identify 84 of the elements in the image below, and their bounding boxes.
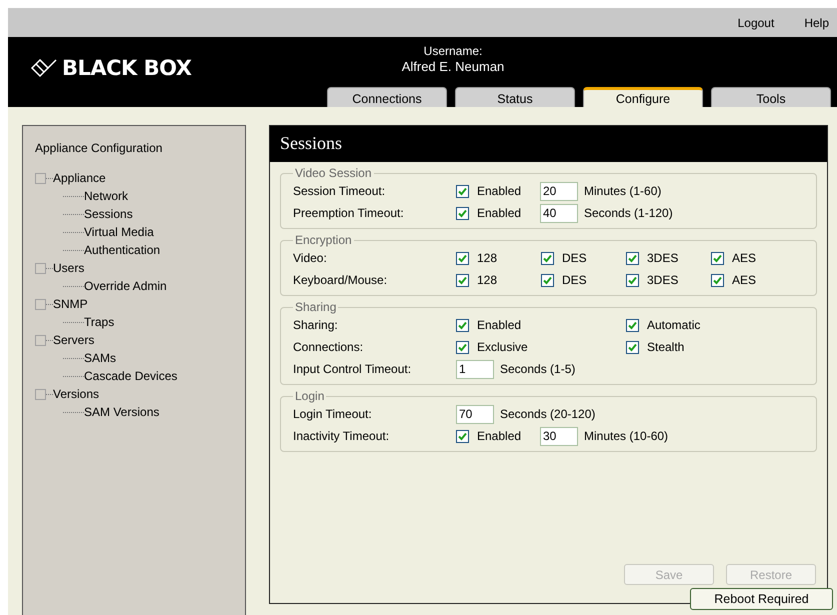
input-field[interactable]: 40	[540, 204, 578, 222]
setting-label: Keyboard/Mouse:	[293, 273, 388, 287]
checkbox[interactable]	[456, 318, 469, 332]
nav-tab[interactable]: Tools	[711, 87, 831, 107]
tree-item[interactable]: Override Admin	[84, 279, 167, 293]
checkbox[interactable]	[626, 274, 639, 286]
tree-item[interactable]: Network	[84, 189, 128, 203]
input-field[interactable]: 20	[540, 182, 578, 200]
reboot-button[interactable]: Reboot Required	[690, 588, 833, 610]
checkbox-label: Enabled	[477, 184, 522, 198]
checkbox-label: Enabled	[477, 318, 522, 332]
range-note: Minutes (1-60)	[584, 184, 662, 198]
range-note: Seconds (20-120)	[500, 407, 596, 421]
checkbox[interactable]	[626, 340, 639, 354]
checkbox[interactable]	[456, 274, 469, 286]
tree-item[interactable]: SAMs	[84, 351, 116, 365]
setting-label: Inactivity Timeout:	[293, 429, 390, 443]
range-note: Seconds (1-5)	[500, 362, 576, 376]
checkbox-label: DES	[562, 273, 587, 287]
checkbox-label: Stealth	[647, 340, 684, 354]
checkbox[interactable]	[541, 274, 554, 286]
checkbox[interactable]	[456, 430, 469, 442]
range-note: Minutes (10-60)	[584, 429, 668, 443]
checkbox-label: Enabled	[477, 206, 522, 220]
tree-node-icon[interactable]	[35, 172, 46, 184]
checkbox[interactable]	[456, 206, 469, 220]
tree-item[interactable]: Authentication	[84, 243, 160, 257]
group-legend: Video Session	[293, 166, 374, 180]
group-legend: Sharing	[293, 300, 338, 314]
checkbox-label: 3DES	[647, 273, 678, 287]
nav-tab[interactable]: Configure	[583, 87, 703, 107]
checkbox[interactable]	[711, 274, 724, 286]
setting-label: Preemption Timeout:	[293, 206, 405, 220]
tree-item[interactable]: Cascade Devices	[84, 369, 178, 383]
checkbox-label: 128	[477, 251, 498, 265]
checkbox[interactable]	[456, 184, 469, 198]
group-legend: Encryption	[293, 233, 354, 247]
checkbox[interactable]	[456, 252, 469, 264]
tree-item[interactable]: Versions	[53, 387, 100, 401]
setting-label: Sharing:	[293, 318, 339, 332]
nav-tab[interactable]: Status	[455, 87, 575, 107]
checkbox-label: AES	[732, 273, 756, 287]
username: Alfred E. Neuman	[402, 59, 504, 74]
setting-label: Login Timeout:	[293, 407, 373, 421]
checkbox-label: Automatic	[647, 318, 700, 332]
tree-item[interactable]: Servers	[53, 333, 94, 347]
checkbox-label: DES	[562, 251, 587, 265]
input-field[interactable]: 1	[456, 360, 494, 378]
tree-item[interactable]: Traps	[84, 315, 114, 329]
tree-item[interactable]: Appliance	[53, 171, 106, 185]
input-field[interactable]: 70	[456, 404, 494, 424]
range-note: Seconds (1-120)	[584, 206, 673, 220]
username-label: Username:	[424, 44, 482, 58]
checkbox[interactable]	[711, 252, 724, 264]
checkbox[interactable]	[456, 340, 469, 354]
setting-label: Video:	[293, 251, 328, 265]
tree-item[interactable]: Virtual Media	[84, 225, 154, 239]
checkbox[interactable]	[541, 252, 554, 264]
panel-title: Sessions	[270, 126, 827, 162]
tree-node-icon[interactable]	[35, 334, 46, 346]
tree-item[interactable]: Users	[53, 261, 84, 275]
tree-item[interactable]: SNMP	[53, 297, 88, 311]
setting-label: Session Timeout:	[293, 184, 386, 198]
checkbox-label: AES	[732, 251, 756, 265]
tree-node-icon[interactable]	[35, 388, 46, 400]
tree-item[interactable]: Sessions	[84, 207, 133, 221]
brand-logo: BLACK BOX	[62, 56, 192, 80]
checkbox-label: Exclusive	[477, 340, 528, 354]
sidebar-title: Appliance Configuration	[35, 141, 164, 155]
tree-item[interactable]: SAM Versions	[84, 405, 160, 419]
group-legend: Login	[293, 389, 326, 403]
nav-tab[interactable]: Connections	[327, 87, 447, 107]
tree-node-icon[interactable]	[35, 262, 46, 274]
checkbox-label: 128	[477, 273, 498, 287]
checkbox-label: Enabled	[477, 429, 522, 443]
setting-label: Input Control Timeout:	[293, 362, 412, 376]
checkbox-label: 3DES	[647, 251, 678, 265]
checkbox[interactable]	[626, 318, 639, 332]
setting-label: Connections:	[293, 340, 364, 354]
checkbox[interactable]	[626, 252, 639, 264]
top-link[interactable]: Help	[804, 16, 829, 30]
tree-node-icon[interactable]	[35, 298, 46, 310]
input-field[interactable]: 30	[540, 426, 578, 446]
top-link[interactable]: Logout	[738, 16, 774, 30]
